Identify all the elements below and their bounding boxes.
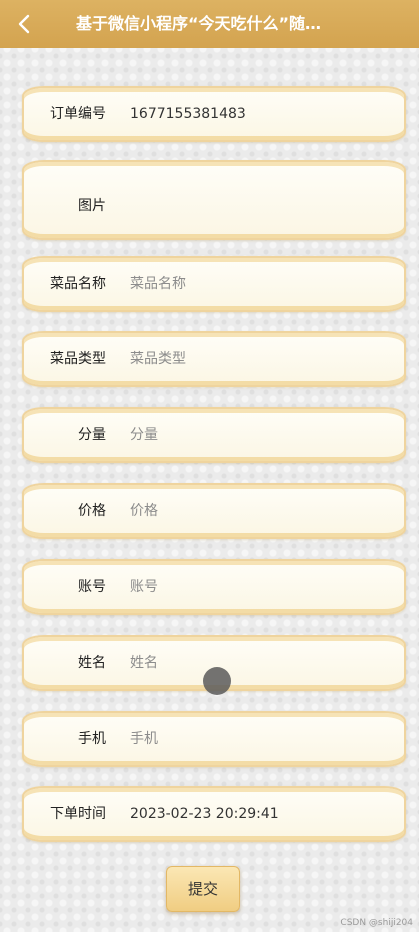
phone-field[interactable]: 手机 手机	[22, 711, 406, 767]
portion-field[interactable]: 分量 分量	[22, 407, 406, 463]
dish-type-label: 菜品类型	[50, 351, 106, 367]
dish-name-field[interactable]: 菜品名称 菜品名称	[22, 256, 406, 312]
watermark: CSDN @shiji204	[340, 918, 413, 928]
phone-input[interactable]: 手机	[130, 713, 158, 765]
image-field[interactable]: 图片	[22, 160, 406, 240]
price-input[interactable]: 价格	[130, 485, 158, 537]
chevron-left-icon	[18, 14, 30, 34]
portion-label: 分量	[78, 427, 106, 443]
order-time-label: 下单时间	[50, 806, 106, 822]
phone-label: 手机	[78, 731, 106, 747]
top-bar: 基于微信小程序“今天吃什么”随…	[0, 0, 419, 48]
touch-indicator	[203, 667, 231, 695]
name-input[interactable]: 姓名	[130, 637, 158, 689]
account-input[interactable]: 账号	[130, 561, 158, 613]
image-label: 图片	[78, 198, 106, 214]
price-field[interactable]: 价格 价格	[22, 483, 406, 539]
dish-name-input[interactable]: 菜品名称	[130, 258, 186, 310]
page-title: 基于微信小程序“今天吃什么”随…	[76, 14, 322, 33]
order-number-value: 1677155381483	[130, 106, 246, 122]
name-label: 姓名	[78, 655, 106, 671]
dish-type-field[interactable]: 菜品类型 菜品类型	[22, 331, 406, 387]
order-number-label: 订单编号	[50, 106, 106, 122]
order-time-field[interactable]: 下单时间 2023-02-23 20:29:41	[22, 786, 406, 842]
price-label: 价格	[78, 503, 106, 519]
back-button[interactable]	[8, 8, 40, 40]
order-number-field[interactable]: 订单编号 1677155381483	[22, 86, 406, 142]
dish-type-input[interactable]: 菜品类型	[130, 333, 186, 385]
submit-button[interactable]: 提交	[166, 866, 240, 912]
account-field[interactable]: 账号 账号	[22, 559, 406, 615]
portion-input[interactable]: 分量	[130, 409, 158, 461]
dish-name-label: 菜品名称	[50, 276, 106, 292]
order-time-value: 2023-02-23 20:29:41	[130, 806, 279, 822]
account-label: 账号	[78, 579, 106, 595]
